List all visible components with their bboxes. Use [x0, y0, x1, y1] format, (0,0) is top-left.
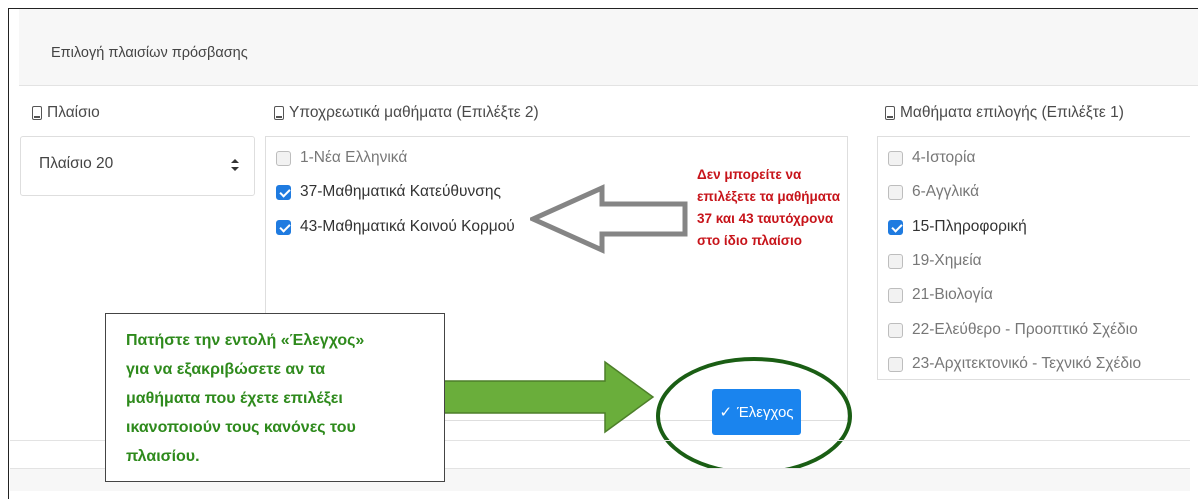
instruction-line: Πατήστε την εντολή «Έλεγχος»: [126, 332, 365, 349]
warning-line: 37 και 43 ταυτόχρονα: [697, 211, 834, 226]
checkbox[interactable]: [888, 322, 903, 338]
course-label: 37-Μαθηματικά Κατεύθυνσης: [300, 183, 501, 200]
checkbox[interactable]: [888, 253, 903, 269]
plaisio-label-text: Πλαίσιο: [47, 104, 100, 121]
instruction-line: για να εξακριβώσετε αν τα: [126, 361, 326, 378]
checkbox[interactable]: [888, 219, 903, 235]
checkbox[interactable]: [888, 287, 903, 303]
checkmark-icon: ✓: [719, 404, 733, 421]
warning-line: επιλέξετε τα μαθήματα: [697, 189, 841, 204]
list-item[interactable]: 15-Πληροφορική: [888, 218, 1027, 236]
warning-line: στο ίδιο πλαίσιο: [697, 233, 803, 248]
check-button[interactable]: ✓ Έλεγχος: [712, 389, 801, 435]
plaisio-column-label: Πλαίσιο: [32, 104, 100, 122]
checkbox[interactable]: [888, 356, 903, 372]
list-item[interactable]: 4-Ιστορία: [888, 149, 975, 167]
elective-label-text: Μαθήματα επιλογής (Επιλέξτε 1): [900, 104, 1124, 121]
course-label: 4-Ιστορία: [912, 149, 976, 166]
instruction-line: πλαισίου.: [126, 448, 200, 465]
checkbox[interactable]: [888, 184, 903, 200]
course-label: 6-Αγγλικά: [912, 183, 980, 200]
mandatory-label-text: Υποχρεωτικά μαθήματα (Επιλέξτε 2): [289, 104, 539, 121]
course-label: 23-Αρχιτεκτονικό - Τεχνικό Σχέδιο: [912, 355, 1142, 372]
course-label: 43-Μαθηματικά Κοινού Κορμού: [300, 218, 515, 235]
device-icon: [32, 106, 42, 120]
warning-annotation: Δεν μπορείτε να επιλέξετε τα μαθήματα 37…: [697, 164, 872, 252]
plaisio-select[interactable]: Πλαίσιο 20: [20, 136, 255, 196]
list-item[interactable]: 1-Νέα Ελληνικά: [276, 149, 407, 167]
left-arrow-icon: [530, 184, 688, 254]
course-label: 22-Ελεύθερο - Προοπτικό Σχέδιο: [912, 321, 1138, 338]
device-icon: [274, 106, 284, 120]
elective-courses-list[interactable]: 4-Ιστορία 6-Αγγλικά 15-Πληροφορική 19-Χη…: [877, 136, 1190, 380]
list-item[interactable]: 43-Μαθηματικά Κοινού Κορμού: [276, 218, 515, 236]
list-item[interactable]: 19-Χημεία: [888, 252, 982, 270]
mandatory-column-label: Υποχρεωτικά μαθήματα (Επιλέξτε 2): [274, 104, 539, 122]
checkbox[interactable]: [888, 150, 903, 166]
course-label: 1-Νέα Ελληνικά: [300, 149, 408, 166]
list-item[interactable]: 22-Ελεύθερο - Προοπτικό Σχέδιο: [888, 321, 1138, 339]
card-header: Επιλογή πλαισίων πρόσβασης: [19, 9, 1198, 86]
device-icon: [885, 106, 895, 120]
checkbox[interactable]: [276, 184, 291, 200]
list-item[interactable]: 21-Βιολογία: [888, 286, 993, 304]
instruction-line: ικανοποιούν τους κανόνες του: [126, 419, 356, 436]
instruction-annotation: Πατήστε την εντολή «Έλεγχος» για να εξακ…: [105, 313, 445, 482]
card-title: Επιλογή πλαισίων πρόσβασης: [51, 45, 248, 61]
instruction-line: μαθήματα που έχετε επιλέξει: [126, 390, 343, 407]
check-button-label: Έλεγχος: [737, 403, 794, 421]
list-item[interactable]: 23-Αρχιτεκτονικό - Τεχνικό Σχέδιο: [888, 355, 1141, 373]
checkbox[interactable]: [276, 150, 291, 166]
course-label: 15-Πληροφορική: [912, 218, 1027, 235]
warning-line: Δεν μπορείτε να: [697, 167, 802, 182]
list-item[interactable]: 6-Αγγλικά: [888, 183, 979, 201]
checkbox[interactable]: [276, 219, 291, 235]
plaisio-select-value: Πλαίσιο 20: [39, 155, 114, 172]
course-label: 21-Βιολογία: [912, 286, 993, 303]
select-updown-icon: [231, 159, 239, 171]
list-item[interactable]: 37-Μαθηματικά Κατεύθυνσης: [276, 183, 501, 201]
course-label: 19-Χημεία: [912, 252, 982, 269]
elective-column-label: Μαθήματα επιλογής (Επιλέξτε 1): [885, 104, 1124, 122]
